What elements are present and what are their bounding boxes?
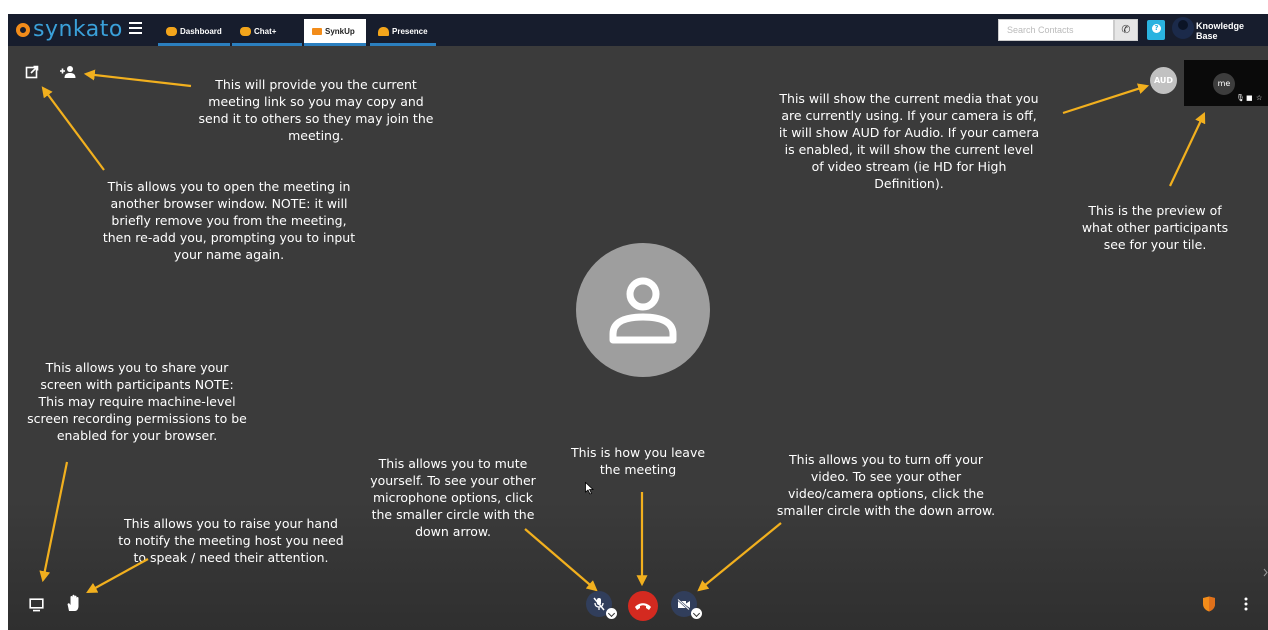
star-icon: ☆ bbox=[1256, 94, 1263, 102]
camera-off-icon bbox=[677, 599, 690, 610]
search-contacts-input[interactable]: Search Contacts bbox=[998, 19, 1114, 41]
mouse-cursor-icon bbox=[585, 482, 594, 495]
arrow-to-aud-badge bbox=[1062, 83, 1150, 115]
tab-chat-label: Chat+ bbox=[254, 26, 277, 36]
tab-chat[interactable]: Chat+ bbox=[232, 19, 302, 46]
annotation-media: This will show the current media that yo… bbox=[778, 91, 1040, 191]
muted-mic-icon: 🎙︎ bbox=[1236, 94, 1245, 102]
phone-call-button[interactable]: ✆ bbox=[1114, 19, 1138, 41]
annotation-leave: This is how you leave the meeting bbox=[570, 445, 706, 477]
mute-microphone-button[interactable] bbox=[586, 591, 617, 619]
participant-avatar bbox=[576, 243, 710, 377]
arrow-to-self-preview bbox=[1169, 112, 1206, 187]
help-button[interactable] bbox=[1147, 20, 1165, 40]
chevron-right-icon[interactable] bbox=[1263, 568, 1268, 577]
security-shield-icon[interactable] bbox=[1202, 596, 1216, 612]
hamburger-menu-icon[interactable] bbox=[129, 22, 142, 36]
tab-synkup-label: SynkUp bbox=[325, 26, 355, 36]
microphone-muted-icon bbox=[593, 597, 605, 611]
raise-hand-icon[interactable] bbox=[66, 594, 82, 612]
people-icon bbox=[378, 26, 389, 36]
microphone-options-dropdown[interactable] bbox=[606, 608, 617, 619]
arrow-to-camera-button bbox=[697, 522, 782, 592]
logo-text: synkato bbox=[33, 17, 123, 42]
annotation-mute: This allows you to mute yourself. To see… bbox=[370, 456, 536, 539]
annotation-open-browser: This allows you to open the meeting in a… bbox=[102, 179, 356, 262]
user-name[interactable]: Knowledge Base bbox=[1196, 21, 1268, 41]
dashboard-icon bbox=[166, 26, 177, 36]
meeting-stage: AUD me 🎙︎ ■ ☆ This will provide you the … bbox=[8, 46, 1268, 630]
self-preview-avatar: me bbox=[1213, 73, 1235, 95]
add-participant-icon[interactable] bbox=[59, 65, 77, 79]
synkato-logo[interactable]: synkato bbox=[16, 16, 123, 44]
tab-presence-label: Presence bbox=[392, 26, 428, 36]
more-options-icon[interactable] bbox=[1244, 597, 1248, 611]
share-screen-icon[interactable] bbox=[29, 598, 44, 612]
tab-synkup[interactable]: SynkUp bbox=[304, 19, 366, 46]
user-avatar[interactable] bbox=[1172, 17, 1194, 39]
arrow-to-add-participant bbox=[83, 69, 192, 88]
top-navigation-bar: synkato Dashboard Chat+ SynkUp Presence … bbox=[8, 14, 1268, 46]
annotation-raise-hand: This allows you to raise your hand to no… bbox=[118, 516, 344, 565]
arrow-to-open-window bbox=[41, 86, 105, 171]
hang-up-icon bbox=[635, 603, 651, 610]
arrow-to-share-screen bbox=[39, 461, 69, 583]
logo-circle-icon bbox=[16, 23, 30, 37]
tab-dashboard-label: Dashboard bbox=[180, 26, 222, 36]
leave-meeting-button[interactable] bbox=[628, 591, 658, 621]
media-indicator-badge: AUD bbox=[1150, 67, 1177, 94]
self-preview-tile[interactable]: me 🎙︎ ■ ☆ bbox=[1184, 60, 1268, 106]
chat-icon bbox=[240, 26, 251, 36]
annotation-share-screen: This allows you to share your screen wit… bbox=[27, 360, 247, 443]
camera-options-dropdown[interactable] bbox=[691, 608, 702, 619]
annotation-preview: This is the preview of what other partic… bbox=[1081, 203, 1229, 252]
video-camera-icon bbox=[312, 27, 322, 35]
annotation-video: This allows you to turn off your video. … bbox=[776, 452, 996, 518]
person-placeholder-icon bbox=[609, 277, 677, 344]
tab-presence[interactable]: Presence bbox=[370, 19, 436, 46]
open-in-new-window-icon[interactable] bbox=[25, 65, 39, 79]
camera-off-icon: ■ bbox=[1246, 94, 1253, 102]
tab-dashboard[interactable]: Dashboard bbox=[158, 19, 230, 46]
phone-icon: ✆ bbox=[1121, 23, 1131, 36]
toggle-video-button[interactable] bbox=[671, 591, 702, 619]
annotation-meeting-link: This will provide you the current meetin… bbox=[198, 77, 434, 143]
